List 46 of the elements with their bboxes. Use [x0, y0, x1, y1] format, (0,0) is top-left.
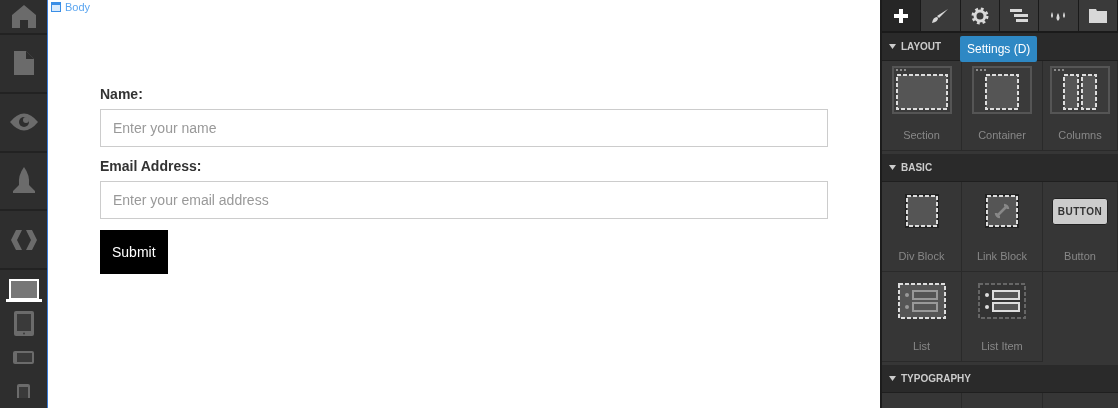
section-header[interactable]: BASIC — [882, 154, 1118, 182]
folder-icon — [1088, 8, 1107, 23]
input-field[interactable]: Enter your email address — [100, 181, 828, 219]
element-tile[interactable]: Container — [962, 61, 1043, 151]
columns-icon — [1050, 66, 1110, 114]
panel-tab[interactable] — [882, 0, 922, 31]
panel-tab[interactable] — [1039, 0, 1079, 31]
field-label: Email Address: — [100, 158, 203, 174]
element-tile[interactable]: Div Block — [882, 182, 962, 272]
code-icon — [9, 229, 38, 250]
link-block-icon — [984, 193, 1020, 229]
element-tile[interactable]: Section — [882, 61, 962, 151]
element-tile[interactable]: Columns — [1043, 61, 1118, 151]
element-tile[interactable]: List Item — [962, 272, 1043, 362]
container-icon — [972, 66, 1032, 114]
panel-tab[interactable] — [960, 0, 1000, 31]
breadcrumb[interactable]: Body — [65, 1, 91, 13]
element-tile[interactable]: Link Block — [962, 182, 1043, 272]
tooltip: Settings (D) — [960, 36, 1038, 62]
panel-tab[interactable] — [1078, 0, 1118, 31]
phone-landscape-icon — [13, 350, 34, 364]
button-preview: BUTTON — [1051, 197, 1109, 225]
window-icon — [51, 2, 61, 12]
plus-icon — [894, 8, 909, 23]
section-header[interactable]: TYPOGRAPHY — [882, 365, 1118, 393]
section-icon — [891, 66, 952, 114]
home-icon — [10, 4, 37, 29]
page-icon — [13, 51, 34, 76]
rocket-icon — [11, 166, 36, 195]
tablet-icon — [13, 311, 34, 337]
list-item-icon — [978, 283, 1026, 319]
eye-icon — [9, 113, 38, 132]
input-field[interactable]: Enter your name — [100, 109, 828, 147]
panel-tab[interactable] — [1000, 0, 1040, 31]
phone-icon — [17, 384, 30, 399]
brush-icon — [932, 8, 949, 23]
laptop-icon — [5, 279, 42, 304]
panel-tab[interactable] — [921, 0, 961, 31]
element-tile[interactable]: BUTTON Button — [1043, 182, 1118, 272]
list-icon — [897, 283, 946, 319]
navigator-icon — [1010, 8, 1029, 23]
submit-button[interactable]: Submit — [100, 230, 168, 274]
settings-icon — [970, 6, 989, 25]
element-tile[interactable]: List — [882, 272, 962, 362]
field-label: Name: — [100, 86, 144, 102]
div-block-icon — [903, 193, 940, 229]
